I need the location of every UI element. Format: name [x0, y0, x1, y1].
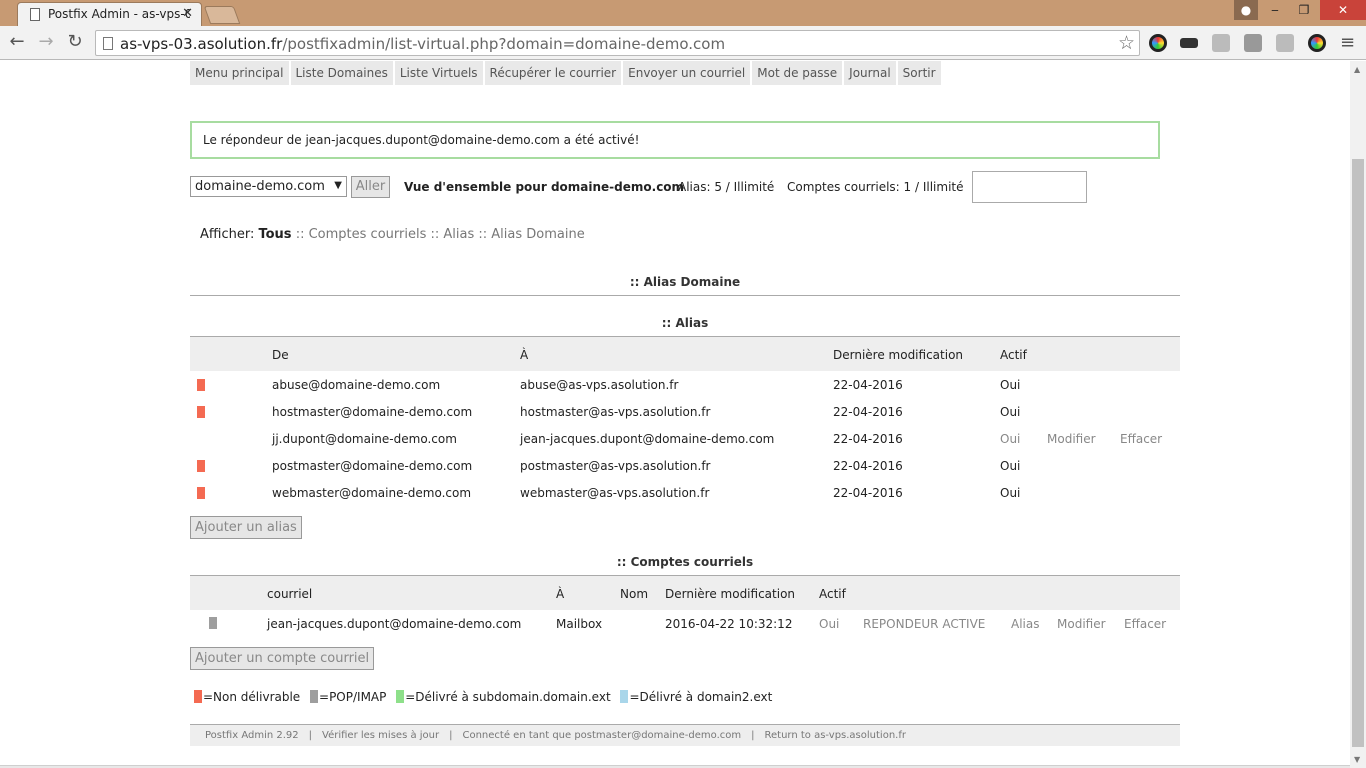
- address-bar[interactable]: as-vps-03.asolution.fr/postfixadmin/list…: [95, 30, 1140, 56]
- new-tab-button[interactable]: [203, 6, 241, 24]
- close-tab-icon[interactable]: ✕: [182, 6, 193, 21]
- filter-aliases[interactable]: :: Alias: [430, 227, 474, 242]
- legend-subdomain: =Délivré à subdomain.domain.ext: [396, 690, 611, 704]
- mailbox-alias-link[interactable]: Alias: [1011, 617, 1039, 631]
- version-link[interactable]: Postfix Admin 2.92: [205, 730, 299, 741]
- browser-tab[interactable]: Postfix Admin - as-vps-03 ✕: [17, 2, 202, 26]
- reload-icon[interactable]: ↻: [64, 32, 86, 54]
- display-filter: Afficher: Tous :: Comptes courriels :: A…: [200, 227, 585, 242]
- page-icon: [30, 8, 40, 21]
- legend: =Non délivrable =POP/IMAP =Délivré à sub…: [194, 690, 778, 704]
- extension-devices-icon[interactable]: [1212, 34, 1230, 52]
- dropdown-caret-icon: ▼: [334, 180, 342, 191]
- edit-alias-link[interactable]: Modifier: [1047, 432, 1096, 446]
- add-alias-button[interactable]: Ajouter un alias: [190, 516, 302, 539]
- edit-mailbox-link[interactable]: Modifier: [1057, 617, 1106, 631]
- undeliverable-marker: [197, 460, 205, 472]
- mailbox-count: Comptes courriels: 1 / Illimité: [787, 180, 964, 194]
- scroll-up-arrow-icon[interactable]: ▲: [1354, 65, 1360, 74]
- mailbox-section-title: :: Comptes courriels: [616, 555, 754, 569]
- menu-item-log[interactable]: Journal: [844, 61, 896, 85]
- scrollbar-thumb[interactable]: [1352, 159, 1364, 747]
- overview-title: Vue d'ensemble pour domaine-demo.com: [404, 180, 685, 194]
- alias-count: Alias: 5 / Illimité: [678, 180, 775, 194]
- menu-item-logout[interactable]: Sortir: [897, 61, 941, 85]
- divider: [190, 295, 1180, 296]
- page-scrollbar[interactable]: ▲ ▼: [1350, 61, 1366, 768]
- back-arrow-icon[interactable]: ←: [6, 32, 28, 54]
- user-icon[interactable]: ●: [1234, 0, 1258, 20]
- toggle-active-link[interactable]: Oui: [819, 617, 839, 631]
- scroll-down-arrow-icon[interactable]: ▼: [1354, 755, 1360, 764]
- return-link[interactable]: Return to as-vps.asolution.fr: [765, 730, 906, 741]
- go-button[interactable]: Aller: [351, 176, 390, 198]
- close-window-button[interactable]: ✕: [1320, 0, 1366, 20]
- undeliverable-marker: [197, 406, 205, 418]
- window-titlebar: Postfix Admin - as-vps-03 ✕ ● ‒ ❐ ✕: [0, 0, 1366, 26]
- toggle-active-link[interactable]: Oui: [1000, 432, 1020, 446]
- forward-arrow-icon[interactable]: →: [35, 32, 57, 54]
- page-viewport: Menu principal Liste Domaines Liste Virt…: [0, 61, 1350, 768]
- extension-devices-icon[interactable]: [1276, 34, 1294, 52]
- check-updates-link[interactable]: Vérifier les mises à jour: [322, 730, 439, 741]
- delete-mailbox-link[interactable]: Effacer: [1124, 617, 1166, 631]
- menu-item-domains[interactable]: Liste Domaines: [290, 61, 393, 85]
- delete-alias-link[interactable]: Effacer: [1120, 432, 1162, 446]
- url-text[interactable]: as-vps-03.asolution.fr/postfixadmin/list…: [120, 35, 725, 53]
- undeliverable-marker: [197, 379, 205, 391]
- menu-item-password[interactable]: Mot de passe: [752, 61, 843, 85]
- legend-undeliverable: =Non délivrable: [194, 690, 300, 704]
- minimize-button[interactable]: ‒: [1262, 0, 1288, 20]
- overview-bar: domaine-demo.com ▼ Aller Vue d'ensemble …: [190, 171, 1180, 205]
- maximize-button[interactable]: ❐: [1291, 0, 1317, 20]
- menu-item-main[interactable]: Menu principal: [190, 61, 289, 85]
- extension-color-icon[interactable]: [1149, 34, 1167, 52]
- filter-alias-domains[interactable]: :: Alias Domaine: [478, 227, 584, 242]
- alias-section-title: :: Alias: [661, 316, 709, 330]
- search-input[interactable]: [972, 171, 1087, 203]
- extension-fox-icon[interactable]: [1244, 34, 1262, 52]
- chrome-menu-icon[interactable]: ≡: [1340, 32, 1355, 53]
- filter-all[interactable]: Tous: [258, 227, 291, 242]
- pop-imap-marker: [209, 617, 217, 629]
- browser-toolbar: ← → ↻ as-vps-03.asolution.fr/postfixadmi…: [0, 26, 1366, 60]
- success-message: Le répondeur de jean-jacques.dupont@doma…: [190, 121, 1160, 159]
- extension-color-icon[interactable]: [1308, 34, 1326, 52]
- vacation-link[interactable]: REPONDEUR ACTIVE: [863, 617, 985, 631]
- undeliverable-marker: [197, 487, 205, 499]
- page-icon: [103, 37, 113, 50]
- bookmark-star-icon[interactable]: ☆: [1118, 32, 1135, 54]
- menu-item-fetchmail[interactable]: Récupérer le courrier: [484, 61, 622, 85]
- main-menu: Menu principal Liste Domaines Liste Virt…: [190, 61, 943, 85]
- filter-mailboxes[interactable]: :: Comptes courriels: [296, 227, 427, 242]
- alias-domain-section-title: :: Alias Domaine: [629, 275, 741, 289]
- tab-title: Postfix Admin - as-vps-03: [48, 7, 190, 21]
- add-mailbox-button[interactable]: Ajouter un compte courriel: [190, 647, 375, 670]
- menu-item-sendmail[interactable]: Envoyer un courriel: [623, 61, 751, 85]
- extension-mask-icon[interactable]: [1180, 38, 1198, 48]
- legend-domain2: =Délivré à domain2.ext: [620, 690, 772, 704]
- mailbox-table-header: courriel À Nom Dernière modification Act…: [190, 576, 1180, 610]
- legend-pop-imap: =POP/IMAP: [310, 690, 386, 704]
- domain-select[interactable]: domaine-demo.com ▼: [190, 176, 347, 197]
- logged-in-user: Connecté en tant que postmaster@domaine-…: [462, 730, 742, 741]
- alias-table-header: De À Dernière modification Actif: [190, 337, 1180, 371]
- menu-item-virtuals[interactable]: Liste Virtuels: [394, 61, 483, 85]
- footer: Postfix Admin 2.92 | Vérifier les mises à …: [190, 724, 1180, 746]
